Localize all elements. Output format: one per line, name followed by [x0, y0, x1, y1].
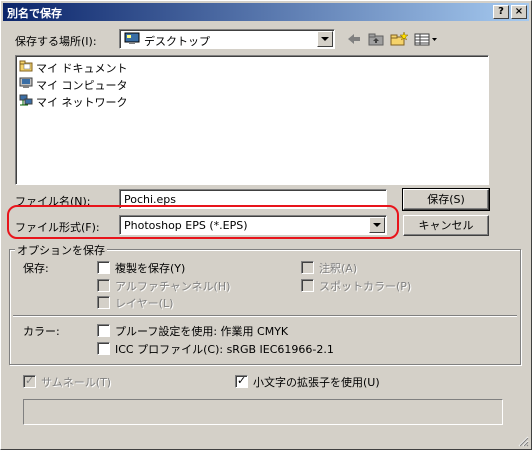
location-value: デスクトップ: [144, 35, 210, 48]
location-combo[interactable]: デスクトップ: [119, 29, 335, 49]
close-button[interactable]: ×: [511, 5, 527, 19]
location-dropdown-button[interactable]: [317, 31, 333, 47]
lowercase-ext-label[interactable]: 小文字の拡張子を使用(U): [253, 374, 380, 390]
alpha-checkbox[interactable]: [97, 279, 110, 292]
notes-checkbox[interactable]: [301, 261, 314, 274]
color-options-label: カラー:: [23, 325, 60, 338]
resize-grip-icon[interactable]: [517, 435, 529, 447]
back-arrow-icon[interactable]: [345, 31, 363, 47]
thumbnail-checkbox[interactable]: ✓: [23, 374, 36, 388]
layers-checkbox[interactable]: [97, 296, 110, 309]
view-menu-icon[interactable]: [413, 31, 439, 47]
icc-checkbox[interactable]: [97, 342, 110, 355]
title-bar[interactable]: 別名で保存 ? ×: [3, 3, 529, 21]
layers-label[interactable]: レイヤー(L): [115, 295, 173, 311]
lowercase-ext-checkbox[interactable]: ✓: [235, 374, 248, 388]
copy-label[interactable]: 複製を保存(Y): [115, 260, 185, 276]
save-button[interactable]: 保存(S): [402, 188, 490, 211]
thumbnail-label[interactable]: サムネール(T): [41, 374, 111, 390]
options-group-title: オプションを保存: [15, 242, 107, 258]
options-divider: [13, 315, 517, 316]
alpha-label[interactable]: アルファチャンネル(H): [115, 278, 230, 294]
spot-checkbox[interactable]: [301, 279, 314, 292]
desktop-icon: [124, 32, 140, 45]
my-network-icon: [19, 94, 33, 106]
annotation-highlight: [7, 205, 399, 239]
save-as-dialog: 別名で保存 ? × 保存する場所(I): デスクトップ マイ ドキュメント マイ…: [0, 0, 532, 450]
proof-label[interactable]: プルーフ設定を使用: 作業用 CMYK: [115, 323, 288, 339]
spot-label[interactable]: スポットカラー(P): [319, 278, 411, 294]
help-button[interactable]: ?: [493, 5, 509, 19]
checkmark-icon: ✓: [25, 374, 35, 387]
window-title: 別名で保存: [7, 7, 62, 20]
my-documents-icon: [19, 60, 33, 72]
copy-checkbox[interactable]: [97, 261, 110, 274]
list-item-label: マイ ネットワーク: [36, 96, 128, 109]
checkmark-icon: ✓: [237, 374, 247, 387]
status-panel: [23, 399, 503, 425]
location-label: 保存する場所(I):: [15, 35, 97, 48]
save-options-label: 保存:: [23, 262, 49, 275]
new-folder-icon[interactable]: [389, 31, 409, 47]
cancel-button[interactable]: キャンセル: [403, 215, 489, 236]
list-item-label: マイ ドキュメント: [36, 62, 128, 75]
file-list[interactable]: マイ ドキュメント マイ コンピュータ マイ ネットワーク: [15, 55, 489, 185]
my-computer-icon: [19, 77, 33, 89]
notes-label[interactable]: 注釈(A): [319, 260, 357, 276]
up-folder-icon[interactable]: [367, 31, 385, 47]
icc-label[interactable]: ICC プロファイル(C): sRGB IEC61966-2.1: [115, 341, 334, 357]
proof-checkbox[interactable]: [97, 324, 110, 337]
list-item-label: マイ コンピュータ: [36, 79, 128, 92]
